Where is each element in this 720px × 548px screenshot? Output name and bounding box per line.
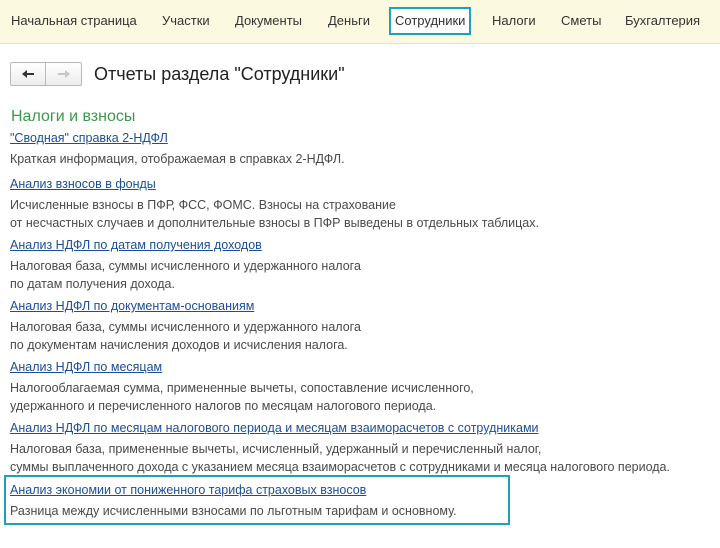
report-description: Налоговая база, суммы исчисленного и уде… [10,320,361,352]
report-link-2ndfl-summary[interactable]: "Сводная" справка 2-НДФЛ [10,129,168,147]
nav-item-home[interactable]: Начальная страница [6,7,142,35]
report-item: Анализ взносов в фонды Исчисленные взнос… [10,175,716,232]
nav-item-documents[interactable]: Документы [230,7,307,35]
nav-item-accounting[interactable]: Бухгалтерия [620,7,705,35]
report-link-ndfl-by-income-dates[interactable]: Анализ НДФЛ по датам получения доходов [10,236,262,254]
top-navigation: Начальная страница Участки Документы Ден… [0,0,720,44]
forward-button[interactable] [46,62,82,86]
report-link-reduced-tariff-savings[interactable]: Анализ экономии от пониженного тарифа ст… [10,481,366,499]
report-description: Налоговая база, примененные вычеты, исчи… [10,442,670,474]
report-link-ndfl-by-documents[interactable]: Анализ НДФЛ по документам-основаниям [10,297,254,315]
report-description: Исчисленные взносы в ПФР, ФСС, ФОМС. Взн… [10,198,539,230]
section-title: Налоги и взносы [11,108,136,125]
nav-item-estimates[interactable]: Сметы [556,7,606,35]
report-description: Налоговая база, суммы исчисленного и уде… [10,259,361,291]
report-description: Налогооблагаемая сумма, примененные выче… [10,381,474,413]
report-item: Анализ НДФЛ по месяцам налогового период… [10,419,716,476]
nav-item-employees[interactable]: Сотрудники [389,7,472,35]
nav-item-taxes[interactable]: Налоги [487,7,541,35]
report-link-ndfl-by-months[interactable]: Анализ НДФЛ по месяцам [10,358,162,376]
page-title: Отчеты раздела "Сотрудники" [94,64,345,84]
back-button[interactable] [10,62,46,86]
report-description: Разница между исчисленными взносами по л… [10,504,457,518]
report-description: Краткая информация, отображаемая в справ… [10,152,345,166]
arrow-right-icon [57,70,70,78]
nav-item-money[interactable]: Деньги [323,7,375,35]
arrow-left-icon [22,70,34,78]
report-item: Анализ НДФЛ по датам получения доходов Н… [10,236,716,293]
report-item: Анализ экономии от пониженного тарифа ст… [10,481,716,520]
report-link-contributions-analysis[interactable]: Анализ взносов в фонды [10,175,156,193]
report-item: Анализ НДФЛ по документам-основаниям Нал… [10,297,716,354]
nav-item-sections[interactable]: Участки [157,7,215,35]
report-link-ndfl-by-tax-period-months[interactable]: Анализ НДФЛ по месяцам налогового период… [10,419,539,437]
report-item: "Сводная" справка 2-НДФЛ Краткая информа… [10,129,716,168]
report-item: Анализ НДФЛ по месяцам Налогооблагаемая … [10,358,716,415]
